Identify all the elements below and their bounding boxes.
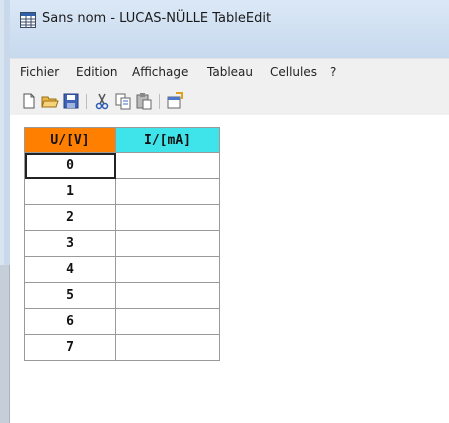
- paste-icon[interactable]: [135, 92, 153, 110]
- table-row: 1: [24, 178, 220, 205]
- title-bar[interactable]: Sans nom - LUCAS-NÜLLE TableEdit: [10, 0, 449, 58]
- menu-affichage[interactable]: Affichage: [132, 65, 188, 79]
- cell-current[interactable]: [115, 334, 220, 361]
- cell-voltage[interactable]: 6: [24, 308, 116, 335]
- cell-voltage[interactable]: 7: [24, 334, 116, 361]
- column-header-voltage[interactable]: U/[V]: [24, 127, 116, 153]
- column-header-current[interactable]: I/[mA]: [115, 127, 220, 153]
- cell-current[interactable]: [115, 230, 220, 257]
- toolbar-separator: [86, 94, 87, 109]
- table-row: 5: [24, 282, 220, 309]
- properties-icon[interactable]: [166, 92, 184, 110]
- side-scrollbar[interactable]: [0, 265, 10, 423]
- cell-current[interactable]: [115, 204, 220, 231]
- cell-voltage[interactable]: 0: [24, 152, 116, 179]
- copy-icon[interactable]: [114, 92, 132, 110]
- cell-voltage[interactable]: 2: [24, 204, 116, 231]
- cell-current[interactable]: [115, 256, 220, 283]
- menu-cellules[interactable]: Cellules: [270, 65, 317, 79]
- table-row: 7: [24, 334, 220, 361]
- table-row: 0: [24, 152, 220, 179]
- cell-current[interactable]: [115, 282, 220, 309]
- menu-tableau[interactable]: Tableau: [207, 65, 253, 79]
- toolbar-separator: [159, 94, 160, 109]
- menu-edition[interactable]: Edition: [76, 65, 118, 79]
- menu-bar: Fichier Edition Affichage Tableau Cellul…: [10, 58, 449, 87]
- data-table: U/[V] I/[mA] 0 1 2 3 4 5 6 7: [24, 127, 220, 361]
- save-icon[interactable]: [62, 92, 80, 110]
- cell-current[interactable]: [115, 178, 220, 205]
- table-row: 2: [24, 204, 220, 231]
- window-left-border: [0, 0, 10, 423]
- table-row: 4: [24, 256, 220, 283]
- table-header-row: U/[V] I/[mA]: [24, 127, 220, 153]
- new-file-icon[interactable]: [20, 92, 38, 110]
- cell-voltage[interactable]: 1: [24, 178, 116, 205]
- table-row: 6: [24, 308, 220, 335]
- toolbar: [10, 87, 449, 115]
- cell-voltage[interactable]: 5: [24, 282, 116, 309]
- window-title: Sans nom - LUCAS-NÜLLE TableEdit: [42, 11, 272, 26]
- cell-current[interactable]: [115, 308, 220, 335]
- menu-fichier[interactable]: Fichier: [20, 65, 59, 79]
- cell-current[interactable]: [115, 152, 220, 179]
- cell-voltage[interactable]: 4: [24, 256, 116, 283]
- cut-icon[interactable]: [93, 92, 111, 110]
- table-row: 3: [24, 230, 220, 257]
- menu-help[interactable]: ?: [330, 65, 336, 79]
- table-app-icon: [20, 12, 36, 28]
- cell-voltage[interactable]: 3: [24, 230, 116, 257]
- open-folder-icon[interactable]: [41, 92, 59, 110]
